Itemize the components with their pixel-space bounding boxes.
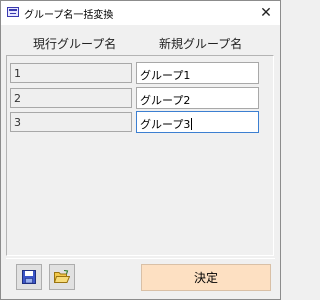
new-name-input-3[interactable]: グループ3 [136,111,259,133]
footer-divider [6,258,275,259]
title-bar: グループ名一括変換 ✕ [1,1,280,25]
save-icon [22,270,36,284]
save-button[interactable] [16,264,42,290]
text-caret [191,118,193,130]
open-folder-icon [54,270,70,283]
window-title: グループ名一括変換 [24,10,114,21]
new-name-input-2[interactable]: グループ2 [136,87,259,109]
close-button[interactable]: ✕ [252,1,280,25]
app-icon [7,7,19,17]
ok-button[interactable]: 決定 [141,264,271,291]
current-name-field-3: 3 [10,112,132,132]
dialog-window: グループ名一括変換 ✕ 現行グループ名 新規グループ名 1 グループ1 2 グル… [0,0,281,300]
new-name-input-3-text: グループ3 [140,118,191,131]
column-header-new: 新規グループ名 [159,37,243,51]
column-header-current: 現行グループ名 [33,37,117,51]
open-button[interactable] [49,264,75,290]
group-list-panel [6,55,274,256]
new-name-input-1[interactable]: グループ1 [136,62,259,84]
current-name-field-2: 2 [10,88,132,108]
current-name-field-1: 1 [10,63,132,83]
